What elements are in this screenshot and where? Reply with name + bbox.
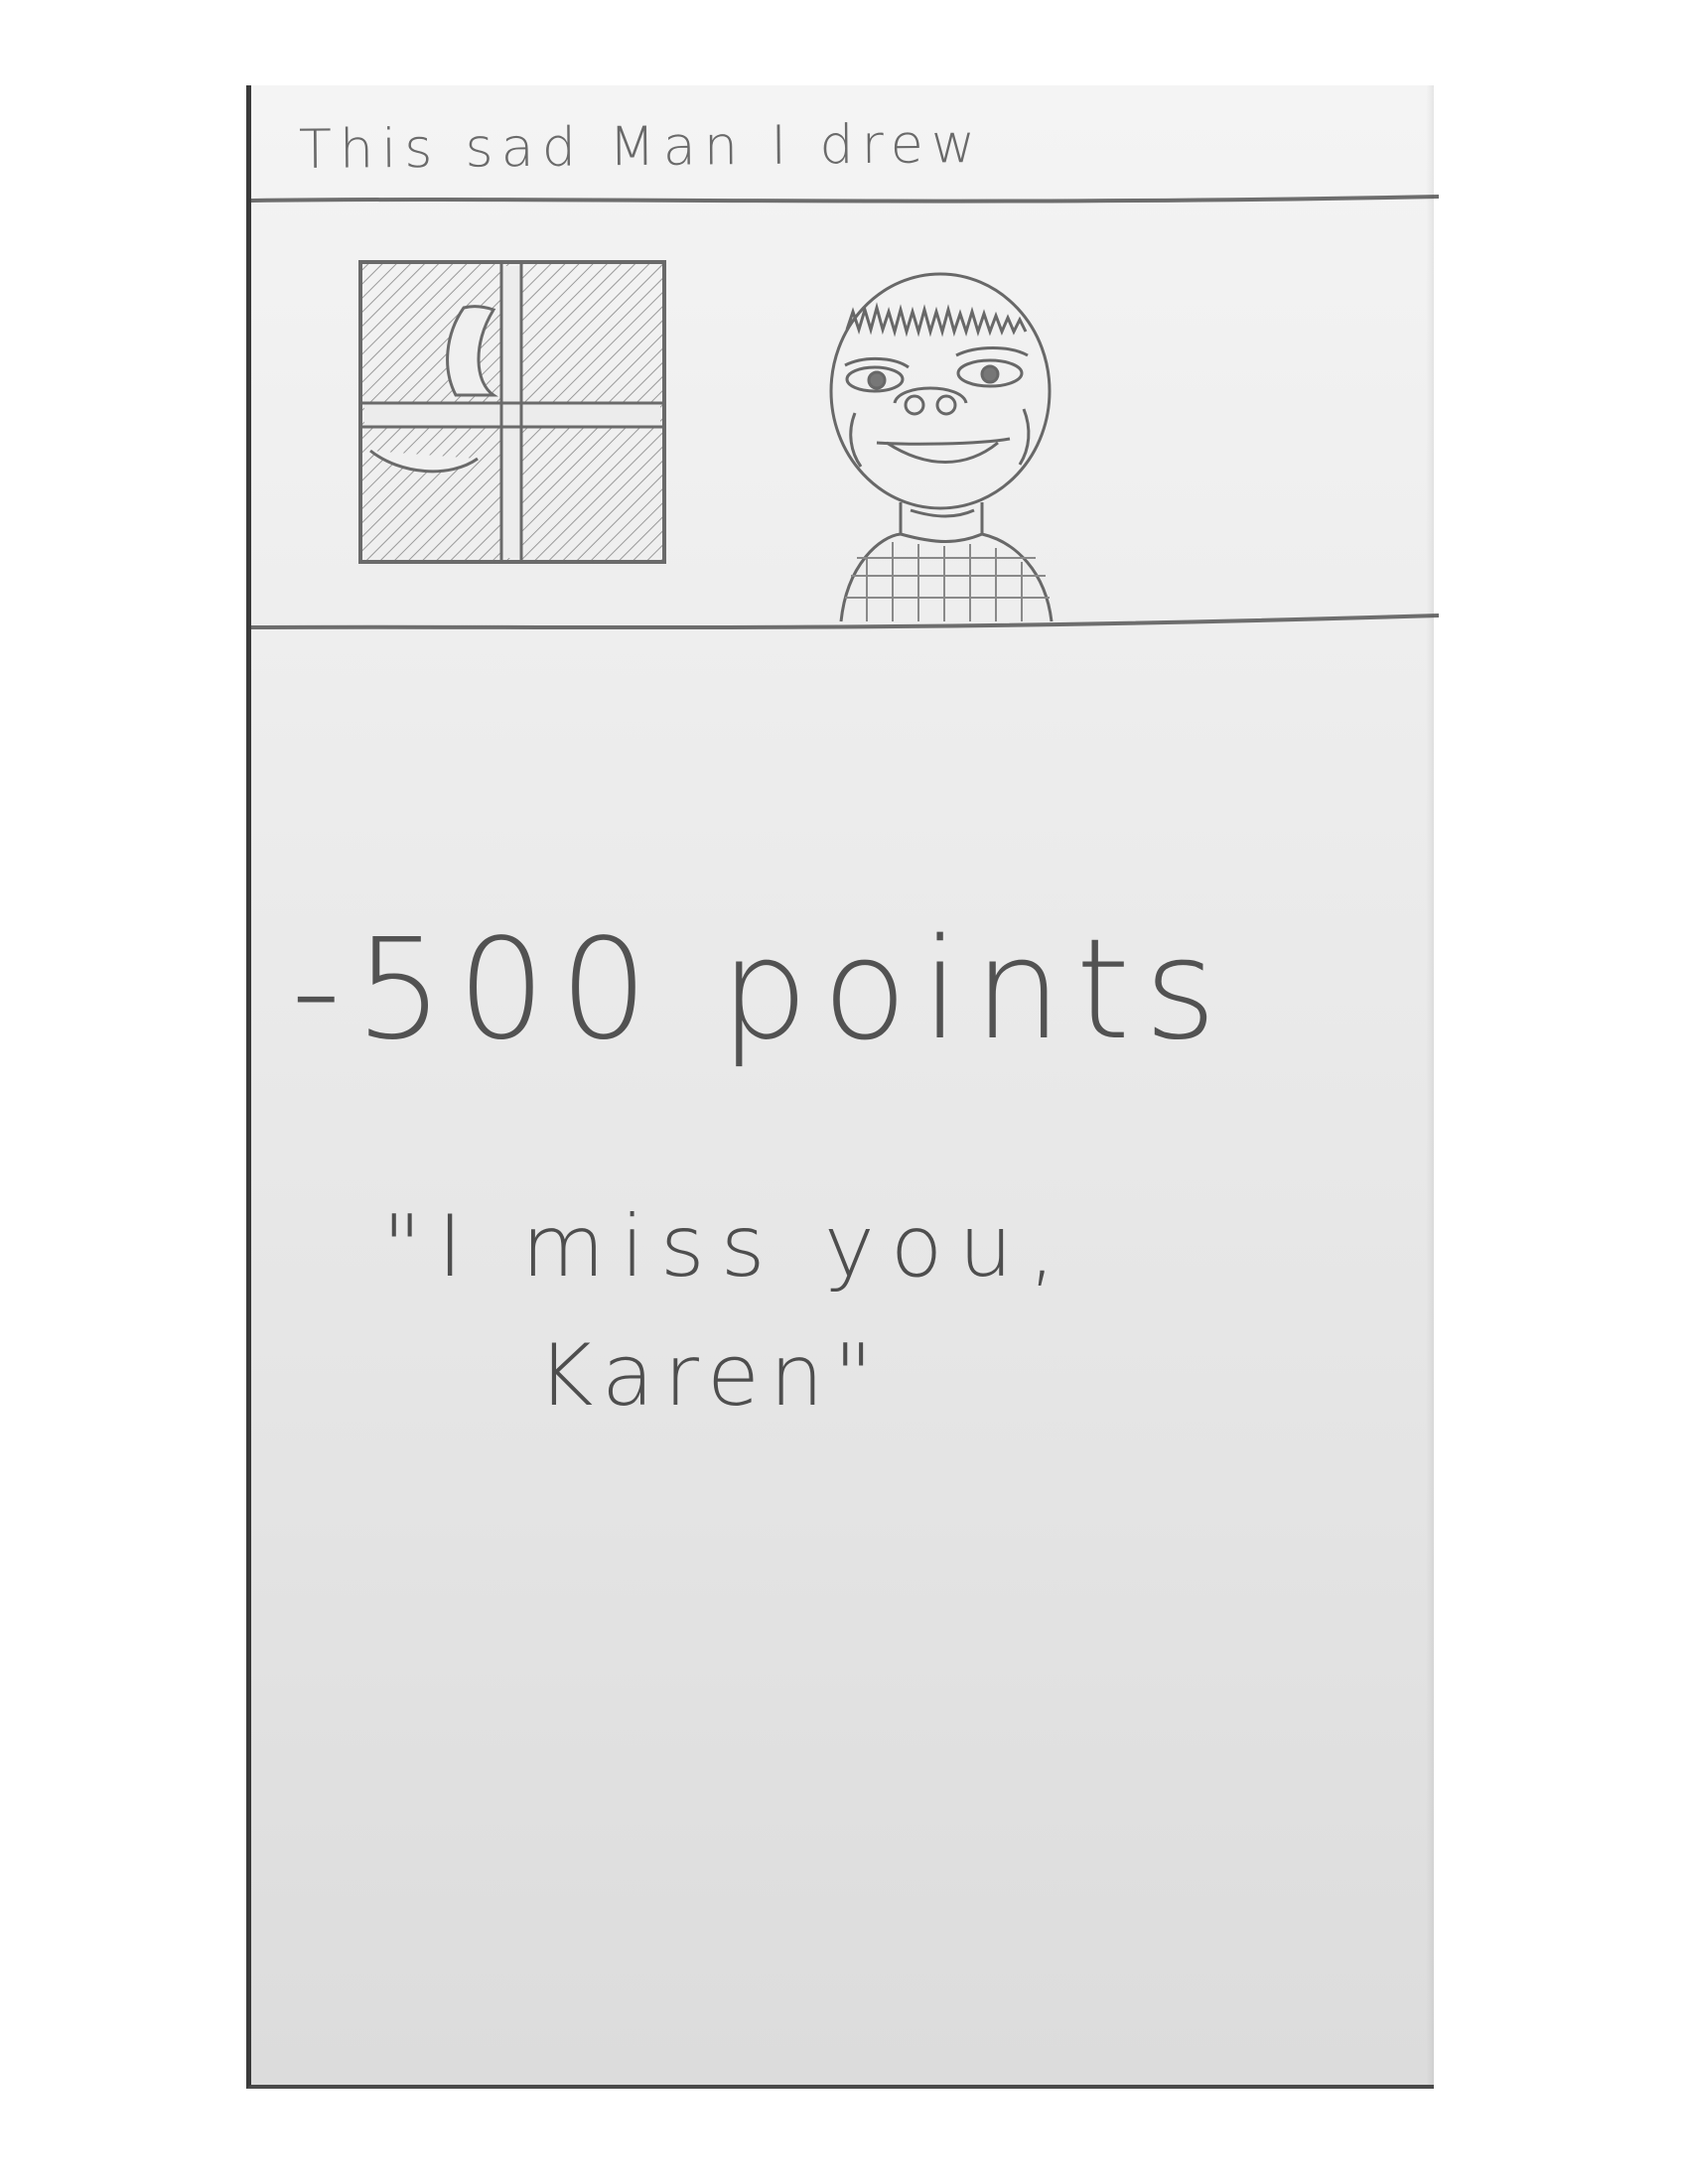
man-icon [829, 272, 1054, 622]
window-icon [358, 260, 666, 564]
quote-line-2: Karen" [537, 1326, 884, 1426]
top-divider-line [251, 195, 1439, 204]
bottom-divider-line [251, 614, 1439, 630]
score-text: -500 points [291, 909, 1231, 1071]
sketch-drawing [251, 195, 1439, 630]
paper-card: This sad Man I drew -500 points "I miss … [246, 85, 1439, 2089]
quote-line-1: "I miss you, [382, 1197, 1072, 1297]
